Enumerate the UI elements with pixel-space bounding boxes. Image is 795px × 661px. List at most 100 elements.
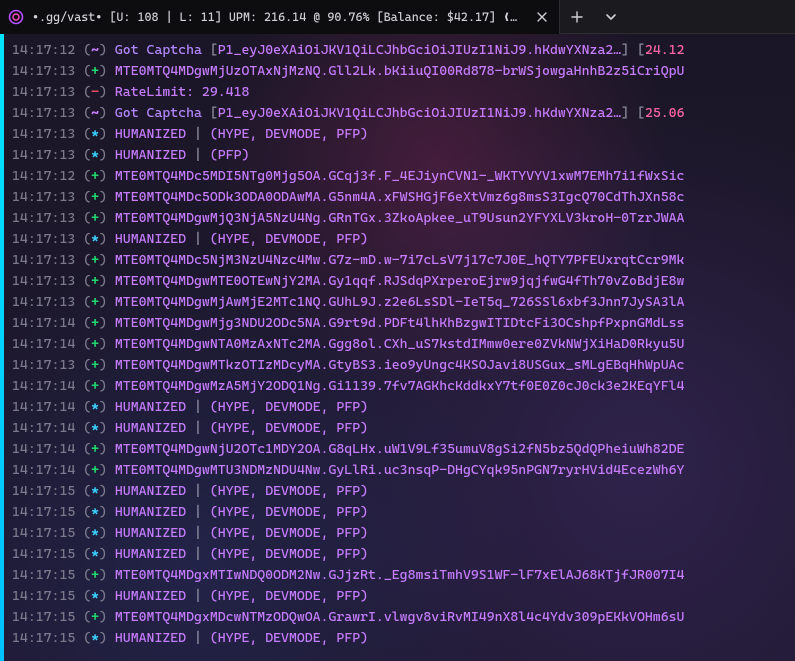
log-line: 14:17:15 (+) MTE0MTQ4MDgxMDcwNTMzODQwOA.… xyxy=(12,607,795,628)
status-symbol: + xyxy=(91,252,99,268)
app-icon xyxy=(8,9,24,25)
separator: | xyxy=(194,525,202,541)
log-line: 14:17:13 (+) MTE0MTQ4MDgwMjAwMjE2MTc1NQ.… xyxy=(12,292,795,313)
humanized-label: HUMANIZED xyxy=(115,231,186,247)
left-gutter xyxy=(0,34,4,661)
timestamp: 14:17:15 xyxy=(12,525,75,541)
token-value: MTE0MTQ4MDgwMTU3NDMzNDU4Nw.GyLlRi.uc3nsq… xyxy=(115,462,685,478)
status-symbol: * xyxy=(91,504,99,520)
token-value: MTE0MTQ4MDc5NjM3NzU4Nzc4Mw.G7z-mD.w-7i7c… xyxy=(115,252,685,268)
log-line: 14:17:12 (~) Got Captcha [P1_eyJ0eXAiOiJ… xyxy=(12,40,795,61)
log-line: 14:17:13 (+) MTE0MTQ4MDgwMTE0OTEwNjY2MA.… xyxy=(12,271,795,292)
timestamp: 14:17:13 xyxy=(12,210,75,226)
humanized-flags: (HYPE, DEVMODE, PFP) xyxy=(210,630,368,646)
token-value: MTE0MTQ4MDgwMTkzOTIzMDcyMA.GtyBS3.ieo9yU… xyxy=(115,357,685,373)
timestamp: 14:17:13 xyxy=(12,357,75,373)
status-symbol: * xyxy=(91,546,99,562)
timestamp: 14:17:12 xyxy=(12,168,75,184)
separator: | xyxy=(194,483,202,499)
tab-close-button[interactable] xyxy=(534,8,549,26)
log-line: 14:17:14 (*) HUMANIZED | (HYPE, DEVMODE,… xyxy=(12,397,795,418)
humanized-label: HUMANIZED xyxy=(115,399,186,415)
separator: | xyxy=(194,504,202,520)
log-line: 14:17:15 (*) HUMANIZED | (HYPE, DEVMODE,… xyxy=(12,481,795,502)
humanized-label: HUMANIZED xyxy=(115,483,186,499)
log-line: 14:17:13 (+) MTE0MTQ4MDc5ODk3ODA0ODAwMA.… xyxy=(12,187,795,208)
timestamp: 14:17:14 xyxy=(12,462,75,478)
log-line: 14:17:14 (+) MTE0MTQ4MDgwMTU3NDMzNDU4Nw.… xyxy=(12,460,795,481)
humanized-label: HUMANIZED xyxy=(115,126,186,142)
separator: | xyxy=(194,630,202,646)
status-symbol: * xyxy=(91,399,99,415)
log-line: 14:17:14 (+) MTE0MTQ4MDgwMzA5MjY2ODQ1Ng.… xyxy=(12,376,795,397)
log-line: 14:17:13 (+) MTE0MTQ4MDgwMjUzOTAxNjMzNQ.… xyxy=(12,61,795,82)
timestamp: 14:17:13 xyxy=(12,189,75,205)
timestamp: 14:17:14 xyxy=(12,399,75,415)
humanized-flags: (HYPE, DEVMODE, PFP) xyxy=(210,399,368,415)
status-symbol: * xyxy=(91,630,99,646)
terminal-output[interactable]: 14:17:12 (~) Got Captcha [P1_eyJ0eXAiOiJ… xyxy=(0,34,795,661)
timestamp: 14:17:13 xyxy=(12,231,75,247)
humanized-label: HUMANIZED xyxy=(115,546,186,562)
status-symbol: + xyxy=(91,189,99,205)
tab-dropdown-button[interactable] xyxy=(594,0,628,34)
captcha-label: Got Captcha xyxy=(115,42,202,58)
timestamp: 14:17:14 xyxy=(12,420,75,436)
tab-active[interactable]: •.gg/vast• [U: 108 | L: 11] UPM: 216.14 … xyxy=(0,0,560,34)
humanized-flags: (HYPE, DEVMODE, PFP) xyxy=(210,483,368,499)
status-symbol: + xyxy=(91,567,99,583)
timestamp: 14:17:13 xyxy=(12,84,75,100)
ratelimit-label: RateLimit: xyxy=(115,84,194,100)
status-symbol: * xyxy=(91,147,99,163)
humanized-flags: (HYPE, DEVMODE, PFP) xyxy=(210,525,368,541)
log-line: 14:17:13 (+) MTE0MTQ4MDgwMjQ3NjA5NzU4Ng.… xyxy=(12,208,795,229)
separator: | xyxy=(194,420,202,436)
humanized-label: HUMANIZED xyxy=(115,630,186,646)
log-line: 14:17:13 (+) MTE0MTQ4MDc5NjM3NzU4Nzc4Mw.… xyxy=(12,250,795,271)
log-line: 14:17:12 (+) MTE0MTQ4MDc5MDI5NTg0Mjg5OA.… xyxy=(12,166,795,187)
timestamp: 14:17:14 xyxy=(12,315,75,331)
timestamp: 14:17:13 xyxy=(12,63,75,79)
log-line: 14:17:13 (+) MTE0MTQ4MDgwMTkzOTIzMDcyMA.… xyxy=(12,355,795,376)
status-symbol: * xyxy=(91,231,99,247)
token-value: MTE0MTQ4MDgwMjAwMjE2MTc1NQ.GUhL9J.z2e6Ls… xyxy=(115,294,685,310)
status-symbol: + xyxy=(91,210,99,226)
timestamp: 14:17:12 xyxy=(12,42,75,58)
separator: | xyxy=(194,588,202,604)
log-line: 14:17:15 (*) HUMANIZED | (HYPE, DEVMODE,… xyxy=(12,502,795,523)
log-line: 14:17:13 (*) HUMANIZED | (PFP) xyxy=(12,145,795,166)
captcha-tail: 24.12 xyxy=(645,42,685,58)
token-value: MTE0MTQ4MDgxMTIwNDQ0ODM2Nw.GJjzRt._Eg8ms… xyxy=(115,567,685,583)
status-symbol: * xyxy=(91,588,99,604)
timestamp: 14:17:15 xyxy=(12,504,75,520)
log-line: 14:17:15 (*) HUMANIZED | (HYPE, DEVMODE,… xyxy=(12,544,795,565)
log-line: 14:17:13 (~) Got Captcha [P1_eyJ0eXAiOiJ… xyxy=(12,103,795,124)
separator: | xyxy=(194,147,202,163)
timestamp: 14:17:13 xyxy=(12,273,75,289)
ratelimit-value: 29.418 xyxy=(202,84,249,100)
status-symbol: * xyxy=(91,420,99,436)
log-line: 14:17:13 (-) RateLimit: 29.418 xyxy=(12,82,795,103)
status-symbol: * xyxy=(91,126,99,142)
status-symbol: + xyxy=(91,336,99,352)
new-tab-button[interactable] xyxy=(560,0,594,34)
timestamp: 14:17:15 xyxy=(12,630,75,646)
log-line: 14:17:13 (*) HUMANIZED | (HYPE, DEVMODE,… xyxy=(12,229,795,250)
token-value: MTE0MTQ4MDc5MDI5NTg0Mjg5OA.GCqj3f.F_4EJi… xyxy=(115,168,685,184)
timestamp: 14:17:15 xyxy=(12,546,75,562)
captcha-token: P1_eyJ0eXAiOiJKV1QiLCJhbGciOiJIUzI1NiJ9.… xyxy=(218,105,621,121)
status-symbol: + xyxy=(91,168,99,184)
humanized-label: HUMANIZED xyxy=(115,147,186,163)
status-symbol: + xyxy=(91,609,99,625)
status-symbol: + xyxy=(91,441,99,457)
humanized-flags: (HYPE, DEVMODE, PFP) xyxy=(210,588,368,604)
token-value: MTE0MTQ4MDgwNTA0MzAxNTc2MA.Ggg8ol.CXh_uS… xyxy=(115,336,685,352)
status-symbol: + xyxy=(91,462,99,478)
timestamp: 14:17:15 xyxy=(12,609,75,625)
humanized-flags: (PFP) xyxy=(210,147,250,163)
token-value: MTE0MTQ4MDgwMjUzOTAxNjMzNQ.Gll2Lk.bKiiuQ… xyxy=(115,63,685,79)
status-symbol: + xyxy=(91,294,99,310)
status-symbol: * xyxy=(91,525,99,541)
humanized-flags: (HYPE, DEVMODE, PFP) xyxy=(210,546,368,562)
token-value: MTE0MTQ4MDgwMTE0OTEwNjY2MA.Gy1qqf.RJSdqP… xyxy=(115,273,685,289)
